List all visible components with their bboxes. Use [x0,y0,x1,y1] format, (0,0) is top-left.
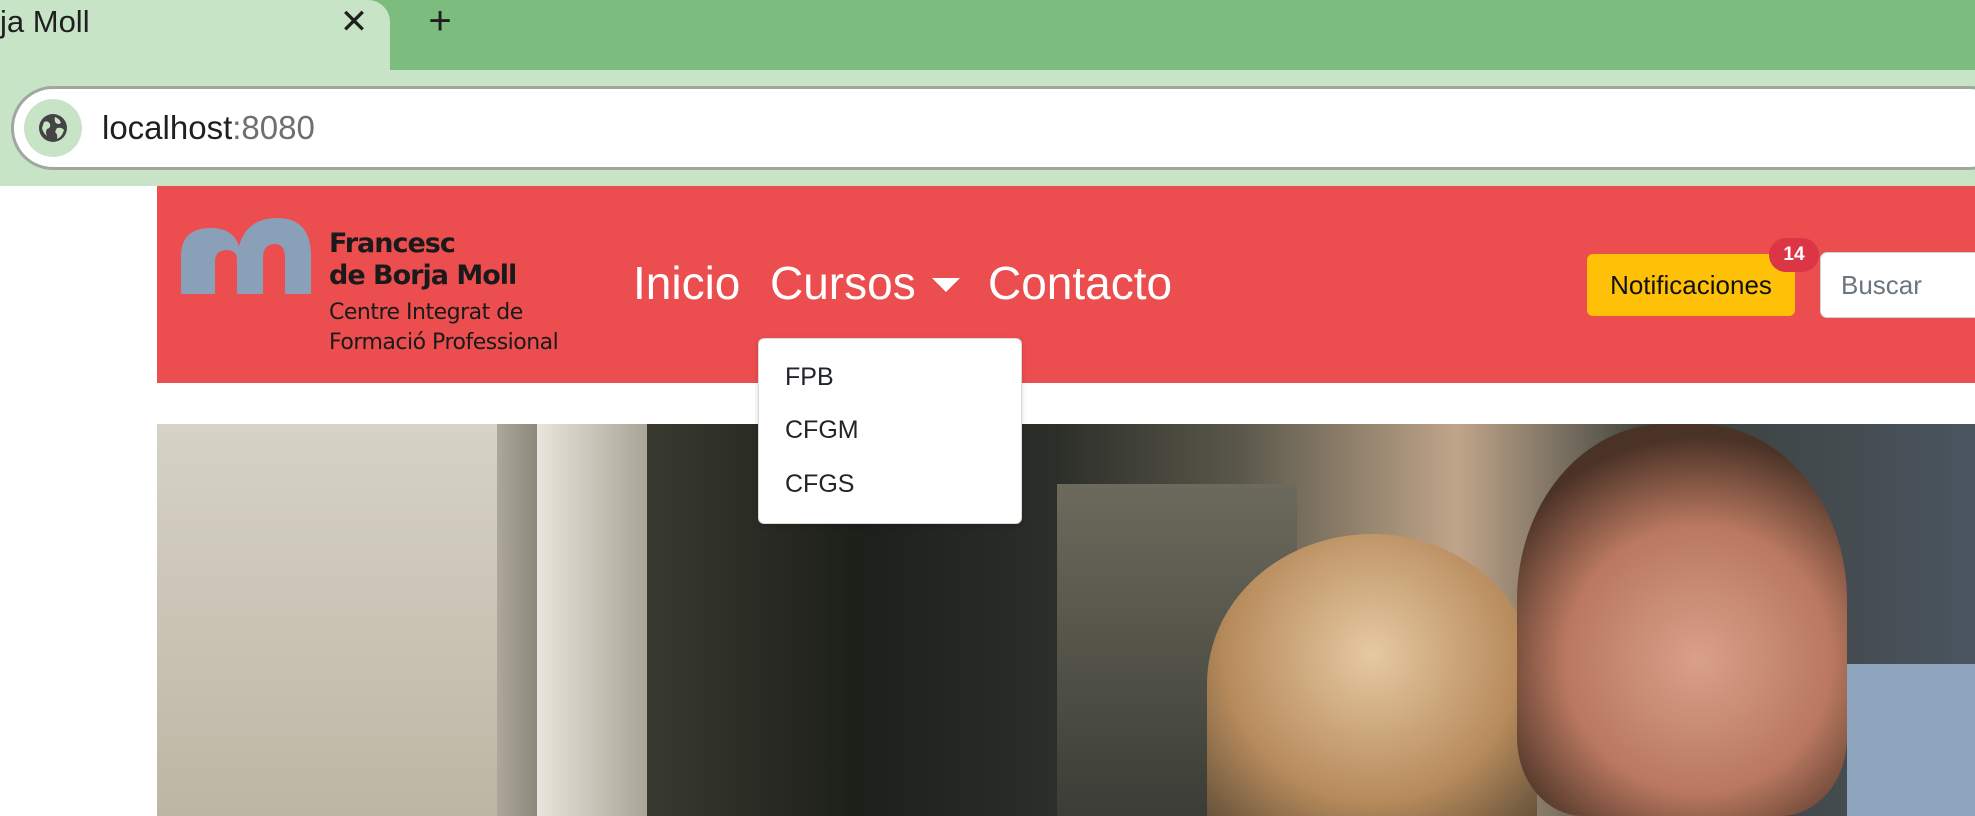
browser-chrome: ja Moll ✕ + localhost:8080 [0,0,1975,186]
site-navbar: Francesc de Borja Moll Centre Integrat d… [157,186,1975,383]
site-logo[interactable]: Francesc de Borja Moll Centre Integrat d… [181,216,611,366]
site-info-button[interactable] [24,99,82,157]
url-port: :8080 [232,109,315,146]
url-text[interactable]: localhost:8080 [102,108,315,148]
logo-text-line4: Formació Professional [329,330,559,355]
active-tab[interactable]: ja Moll ✕ [0,0,390,70]
hero-pillar [537,424,647,816]
nav-link-contacto[interactable]: Contacto [988,258,1172,308]
cursos-dropdown-menu: FPB CFGM CFGS [758,338,1022,524]
globe-icon [39,114,67,142]
notifications-button[interactable]: Notificaciones [1587,254,1795,316]
new-tab-button[interactable]: + [420,1,460,42]
address-bar[interactable]: localhost:8080 [11,86,1975,170]
nav-dropdown-cursos[interactable]: Cursos [770,258,916,308]
caret-down-icon[interactable] [932,278,960,292]
logo-text-line1: Francesc [329,228,456,259]
search-input[interactable] [1820,252,1975,318]
close-tab-icon[interactable]: ✕ [336,4,372,40]
dropdown-item-fpb[interactable]: FPB [785,363,834,392]
hero-woman-hair [1207,534,1537,816]
notifications-count-badge: 14 [1769,238,1819,272]
hero-man-shirt [1847,664,1975,816]
dropdown-item-cfgs[interactable]: CFGS [785,470,854,499]
tab-strip: ja Moll ✕ + [0,0,1975,70]
url-host: localhost [102,109,233,146]
logo-text-line3: Centre Integrat de [329,300,523,325]
dropdown-item-cfgm[interactable]: CFGM [785,416,859,445]
hero-image [157,424,1975,816]
nav-link-inicio[interactable]: Inicio [633,258,740,308]
hero-man-head [1517,424,1847,816]
logo-text-line2: de Borja Moll [329,260,517,291]
hero-left-wall [157,424,497,816]
logo-mark-icon [181,218,311,294]
tab-title: ja Moll [0,4,90,39]
